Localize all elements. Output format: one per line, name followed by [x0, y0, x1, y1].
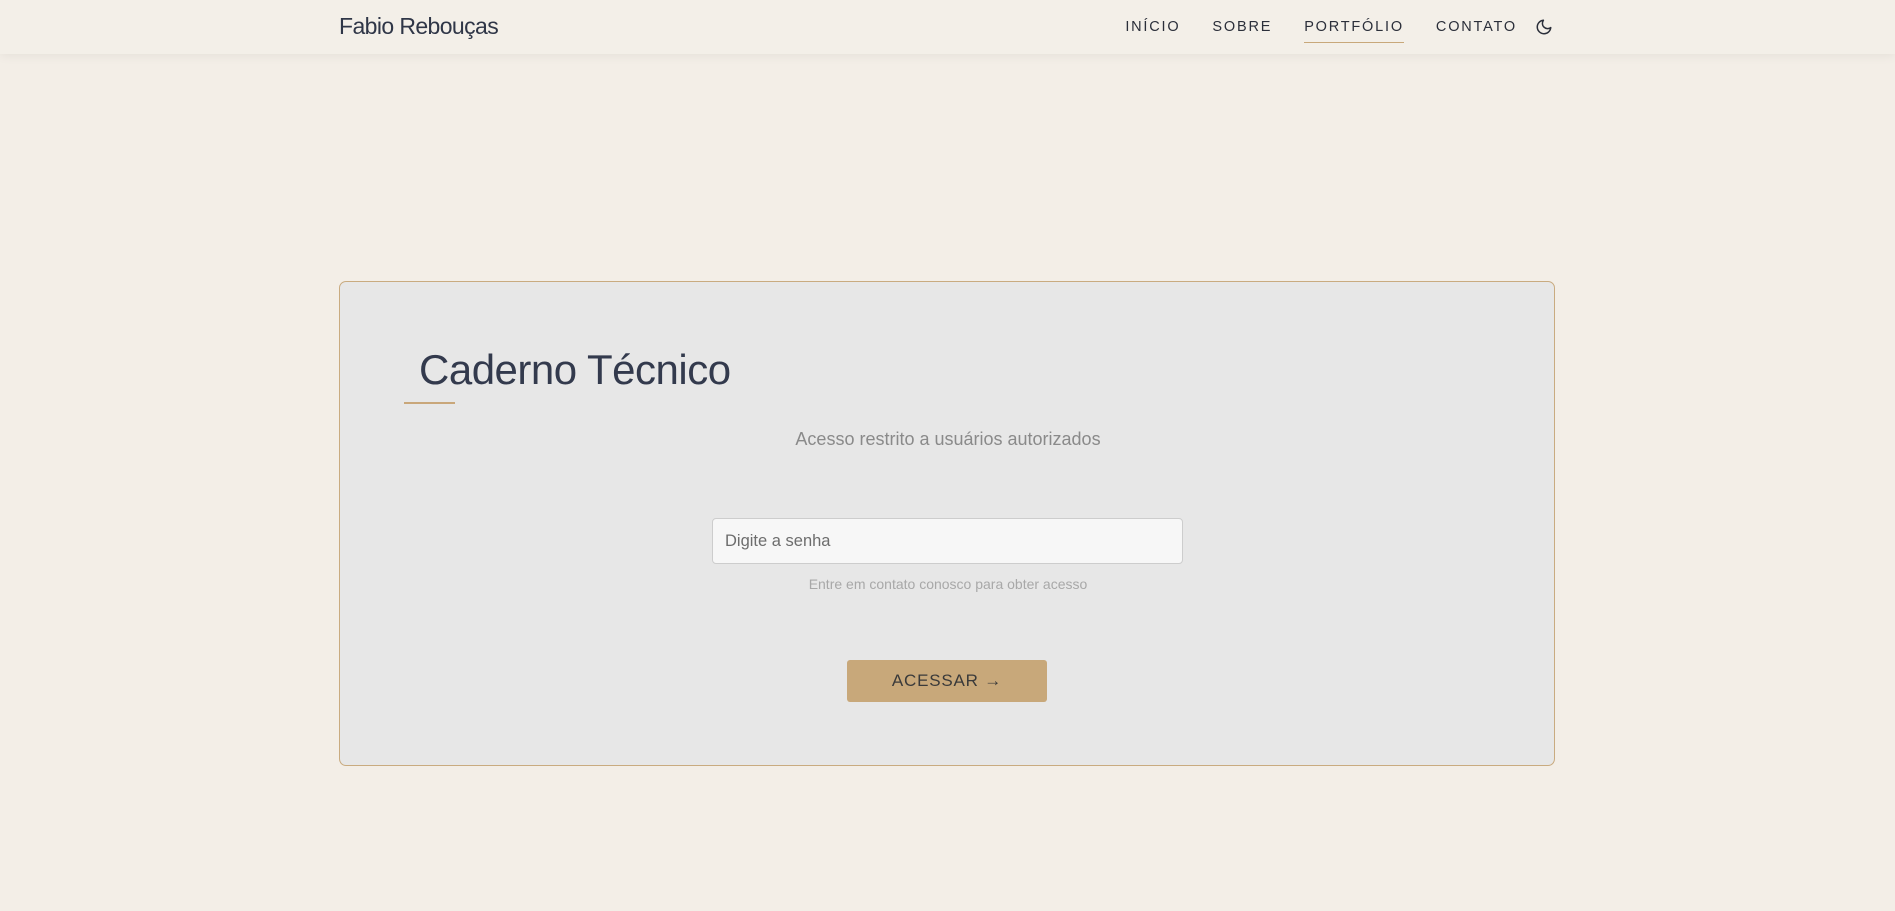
nav-link-sobre[interactable]: SOBRE	[1212, 13, 1272, 41]
card-subtitle: Acesso restrito a usuários autorizados	[795, 429, 1101, 449]
main-nav: INÍCIO SOBRE PORTFÓLIO CONTATO	[1093, 0, 1517, 54]
title-underline-divider	[404, 402, 455, 404]
login-card: Caderno Técnico Acesso restrito a usuári…	[339, 281, 1555, 766]
card-title: Caderno Técnico	[419, 346, 731, 393]
brand-logo-link[interactable]: Fabio Rebouças	[339, 13, 499, 40]
nav-link-portfolio[interactable]: PORTFÓLIO	[1304, 13, 1404, 43]
password-input[interactable]	[712, 518, 1183, 564]
nav-link-contato[interactable]: CONTATO	[1436, 13, 1517, 41]
nav-link-inicio[interactable]: INÍCIO	[1125, 13, 1180, 41]
theme-toggle-button[interactable]	[1533, 16, 1555, 38]
moon-icon	[1536, 19, 1552, 35]
page: Fabio Rebouças INÍCIO SOBRE PORTFÓLIO CO…	[0, 0, 1895, 911]
access-button[interactable]: ACESSAR →	[847, 660, 1047, 702]
navbar: Fabio Rebouças INÍCIO SOBRE PORTFÓLIO CO…	[0, 0, 1895, 54]
access-hint-text: Entre em contato conosco para obter aces…	[808, 576, 1088, 592]
